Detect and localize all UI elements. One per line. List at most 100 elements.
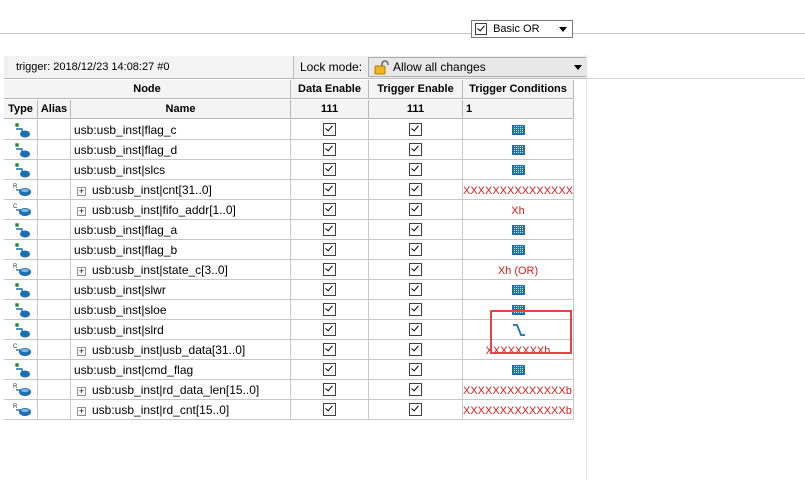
trigger-condition-cell[interactable] xyxy=(463,220,574,240)
table-row[interactable]: usb:usb_inst|slrd xyxy=(4,320,574,340)
trigger-enable-checkbox[interactable] xyxy=(409,363,422,376)
trigger-enable-checkbox[interactable] xyxy=(409,283,422,296)
column-data-enable[interactable]: Data Enable xyxy=(291,80,369,99)
table-row[interactable]: usb:usb_inst|slwr xyxy=(4,280,574,300)
expand-icon[interactable]: + xyxy=(77,267,86,276)
table-row[interactable]: usb:usb_inst|flag_b xyxy=(4,240,574,260)
alias-cell[interactable] xyxy=(38,340,71,360)
column-name[interactable]: Name xyxy=(71,100,291,119)
trigger-enable-checkbox[interactable] xyxy=(409,143,422,156)
data-enable-checkbox[interactable] xyxy=(323,363,336,376)
data-enable-checkbox[interactable] xyxy=(323,243,336,256)
data-enable-checkbox[interactable] xyxy=(323,163,336,176)
name-cell[interactable]: + usb:usb_inst|fifo_addr[1..0] xyxy=(71,200,291,220)
trigger-enable-checkbox[interactable] xyxy=(409,303,422,316)
alias-cell[interactable] xyxy=(38,260,71,280)
data-enable-checkbox[interactable] xyxy=(323,283,336,296)
table-row[interactable]: R + usb:usb_inst|cnt[31..0] XXXXXXXXXXXXXXX xyxy=(4,180,574,200)
data-enable-checkbox[interactable] xyxy=(323,203,336,216)
alias-cell[interactable] xyxy=(38,200,71,220)
data-enable-checkbox[interactable] xyxy=(323,263,336,276)
trigger-enable-checkbox[interactable] xyxy=(409,163,422,176)
trigger-condition-cell[interactable]: XXXXXXXXXXXXXXb xyxy=(463,380,574,400)
alias-cell[interactable] xyxy=(38,380,71,400)
name-cell[interactable]: usb:usb_inst|sloe xyxy=(71,300,291,320)
trigger-mode-select[interactable]: Basic OR xyxy=(471,20,573,38)
alias-cell[interactable] xyxy=(38,360,71,380)
trigger-condition-cell[interactable] xyxy=(463,240,574,260)
alias-cell[interactable] xyxy=(38,180,71,200)
trigger-enable-checkbox[interactable] xyxy=(409,123,422,136)
alias-cell[interactable] xyxy=(38,120,71,140)
alias-cell[interactable] xyxy=(38,160,71,180)
alias-cell[interactable] xyxy=(38,320,71,340)
table-row[interactable]: usb:usb_inst|sloe xyxy=(4,300,574,320)
expand-icon[interactable]: + xyxy=(77,187,86,196)
table-row[interactable]: R + usb:usb_inst|rd_data_len[15..0] XXXXXXX… xyxy=(4,380,574,400)
trigger-condition-cell[interactable]: XXXXXXXXh xyxy=(463,340,574,360)
trigger-enable-checkbox[interactable] xyxy=(409,243,422,256)
name-cell[interactable]: + usb:usb_inst|rd_cnt[15..0] xyxy=(71,400,291,420)
table-row[interactable]: usb:usb_inst|slcs xyxy=(4,160,574,180)
data-enable-checkbox[interactable] xyxy=(323,303,336,316)
trigger-condition-cell[interactable] xyxy=(463,300,574,320)
trigger-condition-cell[interactable]: XXXXXXXXXXXXXXX xyxy=(463,180,574,200)
data-enable-checkbox[interactable] xyxy=(323,383,336,396)
expand-icon[interactable]: + xyxy=(77,387,86,396)
trigger-condition-cell[interactable] xyxy=(463,280,574,300)
lock-mode-select[interactable]: Allow all changes xyxy=(368,57,589,77)
table-row[interactable]: usb:usb_inst|cmd_flag xyxy=(4,360,574,380)
trigger-enable-checkbox[interactable] xyxy=(409,383,422,396)
alias-cell[interactable] xyxy=(38,280,71,300)
table-row[interactable]: usb:usb_inst|flag_d xyxy=(4,140,574,160)
trigger-mode-checkbox[interactable] xyxy=(475,23,487,35)
alias-cell[interactable] xyxy=(38,220,71,240)
trigger-condition-cell[interactable]: Xh xyxy=(463,200,574,220)
trigger-condition-cell[interactable] xyxy=(463,120,574,140)
table-row[interactable]: C + usb:usb_inst|fifo_addr[1..0] Xh xyxy=(4,200,574,220)
column-trigger-enable[interactable]: Trigger Enable xyxy=(369,80,463,99)
name-cell[interactable]: + usb:usb_inst|cnt[31..0] xyxy=(71,180,291,200)
data-enable-checkbox[interactable] xyxy=(323,403,336,416)
name-cell[interactable]: usb:usb_inst|cmd_flag xyxy=(71,360,291,380)
expand-icon[interactable]: + xyxy=(77,347,86,356)
data-enable-checkbox[interactable] xyxy=(323,223,336,236)
expand-icon[interactable]: + xyxy=(77,407,86,416)
name-cell[interactable]: + usb:usb_inst|state_c[3..0] xyxy=(71,260,291,280)
name-cell[interactable]: usb:usb_inst|slwr xyxy=(71,280,291,300)
alias-cell[interactable] xyxy=(38,300,71,320)
data-enable-checkbox[interactable] xyxy=(323,143,336,156)
table-row[interactable]: R + usb:usb_inst|state_c[3..0] Xh (OR) xyxy=(4,260,574,280)
data-enable-checkbox[interactable] xyxy=(323,123,336,136)
trigger-enable-checkbox[interactable] xyxy=(409,323,422,336)
column-type[interactable]: Type xyxy=(4,100,38,119)
name-cell[interactable]: usb:usb_inst|slrd xyxy=(71,320,291,340)
trigger-enable-checkbox[interactable] xyxy=(409,343,422,356)
alias-cell[interactable] xyxy=(38,140,71,160)
table-row[interactable]: usb:usb_inst|flag_a xyxy=(4,220,574,240)
expand-icon[interactable]: + xyxy=(77,207,86,216)
alias-cell[interactable] xyxy=(38,240,71,260)
data-enable-checkbox[interactable] xyxy=(323,343,336,356)
data-enable-checkbox[interactable] xyxy=(323,323,336,336)
trigger-enable-checkbox[interactable] xyxy=(409,203,422,216)
name-cell[interactable]: + usb:usb_inst|usb_data[31..0] xyxy=(71,340,291,360)
data-enable-checkbox[interactable] xyxy=(323,183,336,196)
name-cell[interactable]: usb:usb_inst|flag_b xyxy=(71,240,291,260)
column-trigger-conditions[interactable]: Trigger Conditions xyxy=(463,80,574,99)
table-row[interactable]: R + usb:usb_inst|rd_cnt[15..0] XXXXXXXXXXXX… xyxy=(4,400,574,420)
trigger-enable-checkbox[interactable] xyxy=(409,263,422,276)
name-cell[interactable]: usb:usb_inst|flag_c xyxy=(71,120,291,140)
trigger-condition-cell[interactable]: Xh (OR) xyxy=(463,260,574,280)
trigger-enable-checkbox[interactable] xyxy=(409,403,422,416)
trigger-condition-cell[interactable] xyxy=(463,140,574,160)
name-cell[interactable]: usb:usb_inst|flag_d xyxy=(71,140,291,160)
trigger-condition-cell[interactable] xyxy=(463,160,574,180)
alias-cell[interactable] xyxy=(38,400,71,420)
trigger-enable-checkbox[interactable] xyxy=(409,223,422,236)
name-cell[interactable]: usb:usb_inst|flag_a xyxy=(71,220,291,240)
trigger-condition-cell[interactable]: XXXXXXXXXXXXXXb xyxy=(463,400,574,420)
name-cell[interactable]: usb:usb_inst|slcs xyxy=(71,160,291,180)
trigger-enable-checkbox[interactable] xyxy=(409,183,422,196)
column-alias[interactable]: Alias xyxy=(38,100,71,119)
